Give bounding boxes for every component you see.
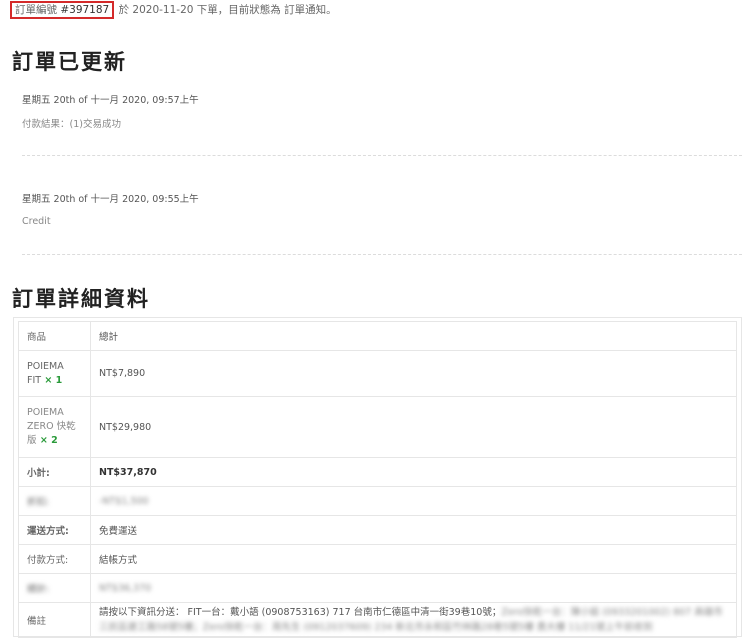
shipping-label: 運送方式: — [18, 515, 91, 545]
total-value: NT$36,370 — [90, 573, 737, 603]
order-status-line: 訂單編號 #397187 於 2020-11-20 下單，目前狀態為 訂單通知。 — [10, 1, 337, 19]
payment-row: 付款方式: 結帳方式 — [18, 544, 737, 574]
discount-label: 折扣: — [18, 486, 91, 516]
table-row: POIEMA FIT × 1 NT$7,890 — [18, 350, 737, 397]
remark-value: 請按以下資訊分送： FIT一台：戴小語 (0908753163) 717 台南市… — [90, 602, 737, 638]
subtotal-label: 小計: — [18, 457, 91, 487]
shipping-row: 運送方式: 免費運送 — [18, 515, 737, 545]
product-total: NT$7,890 — [90, 350, 737, 397]
table-header-row: 商品 總計 — [18, 321, 737, 351]
note-body-2: Credit — [22, 216, 51, 227]
table-row: POIEMA ZERO 快乾 版 × 2 NT$29,980 — [18, 396, 737, 458]
product-qty: × 1 — [41, 374, 63, 386]
note-date-2: 星期五 20th of 十一月 2020, 09:55上午 — [22, 194, 199, 205]
note-date-1: 星期五 20th of 十一月 2020, 09:57上午 — [22, 95, 199, 106]
subtotal-value: NT$37,870 — [90, 457, 737, 487]
order-status-text: 於 2020-11-20 下單，目前狀態為 訂單通知。 — [115, 4, 337, 16]
order-details-table: 商品 總計 POIEMA FIT × 1 NT$7,890 POIEMA ZER… — [13, 317, 742, 638]
discount-row: 折扣: -NT$1,500 — [18, 486, 737, 516]
product-total: NT$29,980 — [90, 396, 737, 458]
details-title: 訂單詳細資料 — [12, 287, 150, 311]
note-divider-2 — [22, 254, 742, 255]
discount-value: -NT$1,500 — [90, 486, 737, 516]
total-row: 總計: NT$36,370 — [18, 573, 737, 603]
remark-label: 備註 — [18, 602, 91, 638]
order-number-highlight: 訂單編號 #397187 — [10, 1, 115, 19]
product-name: POIEMA FIT × 1 — [18, 350, 91, 397]
col-total-header: 總計 — [90, 321, 737, 351]
shipping-value: 免費運送 — [90, 515, 737, 545]
product-name: POIEMA ZERO 快乾 版 × 2 — [18, 396, 91, 458]
subtotal-row: 小計: NT$37,870 — [18, 457, 737, 487]
note-body-1: 付款結果：(1)交易成功 — [22, 119, 121, 130]
updates-title: 訂單已更新 — [12, 50, 127, 74]
remark-row: 備註 請按以下資訊分送： FIT一台：戴小語 (0908753163) 717 … — [18, 602, 737, 638]
payment-label: 付款方式: — [18, 544, 91, 574]
payment-value: 結帳方式 — [90, 544, 737, 574]
note-divider-1 — [22, 155, 742, 156]
product-qty: × 2 — [36, 435, 58, 446]
total-label: 總計: — [18, 573, 91, 603]
order-number: #397187 — [60, 4, 110, 16]
col-product-header: 商品 — [18, 321, 91, 351]
